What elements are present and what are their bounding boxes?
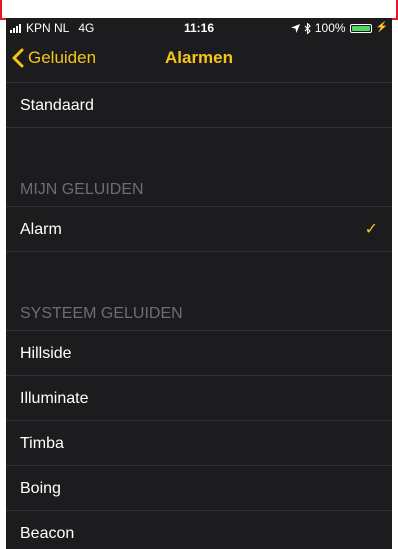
battery-percent: 100% <box>314 21 346 35</box>
list-item-beacon[interactable]: Beacon <box>6 511 392 549</box>
status-right: 100% ⚡ <box>290 18 388 38</box>
list-item-label: Boing <box>20 480 61 497</box>
list-item-label: Standaard <box>20 97 94 114</box>
list-item-timba[interactable]: Timba <box>6 421 392 466</box>
page-title: Alarmen <box>164 48 234 67</box>
bluetooth-icon <box>304 22 311 34</box>
top-banner <box>0 0 398 20</box>
list-item-alarm[interactable]: Alarm ✓ <box>6 207 392 252</box>
battery-icon <box>349 23 372 33</box>
status-bar: KPN NL 4G 11:16 100% ⚡ <box>6 18 392 38</box>
list-item-label: Beacon <box>20 525 75 542</box>
list-item-label: Timba <box>20 435 64 452</box>
list-item-boing[interactable]: Boing <box>6 466 392 511</box>
list-item-label: Alarm <box>20 221 62 238</box>
list-item-standaard[interactable]: Standaard <box>6 83 392 128</box>
section-header-mine: MIJN GELUIDEN <box>6 173 392 207</box>
charging-icon: ⚡ <box>375 22 388 33</box>
battery-fill <box>351 25 370 31</box>
list-item-label: Illuminate <box>20 390 89 407</box>
content: Standaard MIJN GELUIDEN Alarm ✓ SYSTEEM … <box>6 83 392 549</box>
list-item-illuminate[interactable]: Illuminate <box>6 376 392 421</box>
section-header-system: SYSTEEM GELUIDEN <box>6 297 392 331</box>
nav-bar: Geluiden Alarmen <box>6 38 392 83</box>
location-arrow-icon <box>290 23 300 33</box>
checkmark-icon: ✓ <box>364 221 378 238</box>
list-item-label: Hillside <box>20 345 72 362</box>
list-item-hillside[interactable]: Hillside <box>6 331 392 376</box>
phone-screen: KPN NL 4G 11:16 100% ⚡ Geluiden Alarmen <box>6 18 392 549</box>
